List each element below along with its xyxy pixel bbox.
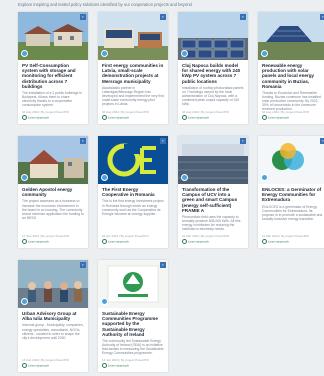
card-image: ▪: [18, 136, 88, 184]
card-meta: 11 Mar 2024 | By project PowerPOI: [262, 234, 309, 238]
project-logo-icon: [101, 298, 108, 305]
arrow-icon: [262, 239, 267, 244]
project-logo-icon: [21, 174, 28, 181]
card-title[interactable]: Cluj Napoca builds model for shared ener…: [182, 63, 244, 84]
card-image: ▪: [98, 12, 168, 60]
bookmark-icon[interactable]: ▪: [240, 14, 246, 20]
learn-approach-link[interactable]: Learn approach: [262, 115, 289, 120]
card-description: Photovoltaic field uses the capacity to …: [182, 215, 241, 232]
arrow-icon: [102, 363, 107, 368]
good-practice-card[interactable]: ▪ Sustainable Energy Communities Program…: [98, 260, 168, 372]
project-logo-icon: [181, 174, 188, 181]
good-practice-card[interactable]: ▪ The First Energy Cooperative in Romani…: [98, 136, 168, 248]
card-title[interactable]: Urban Advisory Group at Alba Iulia Munic…: [22, 311, 84, 321]
project-logo-icon: [21, 298, 28, 305]
card-meta: 04 Aug 2024 | By project PowerPOI: [182, 110, 230, 114]
card-description: ENLOCES is a germinator of Energy Commun…: [262, 204, 323, 221]
card-description: Thanks to Ecovision and Renewable fundin…: [262, 91, 321, 112]
learn-approach-link[interactable]: Learn approach: [22, 363, 49, 368]
card-image: ▪: [18, 12, 88, 60]
card-title[interactable]: ENLOCES: a Germinator of Energy Communit…: [262, 187, 324, 203]
project-logo-icon: [261, 174, 268, 181]
arrow-icon: [102, 115, 107, 120]
learn-approach-link[interactable]: Learn approach: [182, 239, 209, 244]
card-title[interactable]: Sustainable Energy Communities Programme…: [102, 311, 164, 337]
card-title[interactable]: Golden Apostol energy community: [22, 187, 84, 197]
card-meta: 14 Jun 2023 | By project PowerPOI: [102, 358, 149, 362]
bookmark-icon[interactable]: ▪: [80, 262, 86, 268]
card-meta: 21 Mar 2024 | By project PowerPOI: [182, 234, 230, 238]
page-subtitle: Explore inspiring and tested policy solu…: [18, 2, 192, 7]
project-logo-icon: [261, 50, 268, 57]
card-image: ▪: [178, 136, 248, 184]
bookmark-icon[interactable]: ▪: [80, 138, 86, 144]
good-practice-card[interactable]: ▪ First energy communities in Latvia, sm…: [98, 12, 168, 124]
card-description: The project assesses as a business to in…: [22, 199, 84, 220]
card-description: Informal group - Municipality, companies…: [22, 323, 84, 340]
good-practice-card[interactable]: ▪ Urban Advisory Group at Alba Iulia Mun…: [18, 260, 88, 372]
arrow-icon: [182, 115, 187, 120]
bookmark-icon[interactable]: ▪: [80, 14, 86, 20]
arrow-icon: [22, 115, 27, 120]
project-logo-icon: [101, 174, 108, 181]
learn-approach-link[interactable]: Learn approach: [22, 115, 49, 120]
learn-approach-link[interactable]: Learn approach: [102, 115, 129, 120]
bookmark-icon[interactable]: ▪: [160, 14, 166, 20]
card-description: The community led Sustainable Energy Aut…: [102, 339, 164, 356]
good-practice-card[interactable]: ▪ ENLOCES: a Germinator of Energy Commun…: [258, 136, 324, 248]
card-description: Alauksiasks partner in Latsrolgas/Mersra…: [102, 85, 165, 107]
card-meta: 14 Feb 2024 | By project PowerPOI: [22, 358, 70, 362]
card-description: Installation of rooftop photovoltaic pan…: [182, 85, 244, 107]
card-image: ▪: [98, 260, 168, 308]
card-title[interactable]: First energy communities in Latvia, smal…: [102, 63, 164, 84]
project-logo-icon: [101, 50, 108, 57]
card-image: ▪: [178, 12, 248, 60]
learn-approach-link[interactable]: Learn approach: [262, 239, 289, 244]
card-meta: 04 Aug 2024 | By project PowerPOI: [262, 110, 310, 114]
learn-approach-link[interactable]: Learn approach: [102, 363, 129, 368]
bookmark-icon[interactable]: ▪: [320, 138, 324, 144]
project-logo-icon: [181, 50, 188, 57]
card-image: ▪: [18, 260, 88, 308]
good-practice-card[interactable]: ▪ Golden Apostol energy community The pr…: [18, 136, 88, 248]
learn-approach-link[interactable]: Learn approach: [22, 239, 49, 244]
card-image: ▪: [258, 136, 324, 184]
card-description: The installation of a 2 public buildings…: [22, 91, 82, 108]
arrow-icon: [22, 239, 27, 244]
card-title[interactable]: Transformation of the Campus of UCV into…: [182, 187, 244, 213]
card-title[interactable]: The First Energy Cooperative in Romania: [102, 187, 164, 197]
bookmark-icon[interactable]: ▪: [240, 138, 246, 144]
good-practice-card[interactable]: ▪ Renewable energy production with solar…: [258, 12, 324, 124]
card-description: This is the first energy investment proj…: [102, 199, 164, 216]
card-meta: 04 Aug 2024 | By project PowerPOI: [22, 110, 70, 114]
arrow-icon: [262, 115, 267, 120]
card-title[interactable]: PV Self-Consumption system with storage …: [22, 63, 84, 89]
bookmark-icon[interactable]: ▪: [160, 138, 166, 144]
card-meta: 04 Apr 2024 | By project PowerPOI: [102, 234, 149, 238]
arrow-icon: [102, 239, 107, 244]
card-meta: 17 Sep 2024 | By project PowerPOI: [22, 234, 70, 238]
arrow-icon: [182, 239, 187, 244]
bookmark-icon[interactable]: ▪: [320, 14, 324, 20]
learn-approach-link[interactable]: Learn approach: [102, 239, 129, 244]
project-logo-icon: [21, 50, 28, 57]
card-image: ▪: [258, 12, 324, 60]
card-title[interactable]: Renewable energy production with solar p…: [262, 63, 324, 89]
good-practice-card[interactable]: ▪ PV Self-Consumption system with storag…: [18, 12, 88, 124]
good-practice-card[interactable]: ▪ Transformation of the Campus of UCV in…: [178, 136, 248, 248]
arrow-icon: [22, 363, 27, 368]
bookmark-icon[interactable]: ▪: [160, 262, 166, 268]
card-image: ▪: [98, 136, 168, 184]
card-meta: 04 Aug 2024 | By project PowerPOI: [102, 110, 150, 114]
good-practice-card[interactable]: ▪ Cluj Napoca builds model for shared en…: [178, 12, 248, 124]
learn-approach-link[interactable]: Learn approach: [182, 115, 209, 120]
